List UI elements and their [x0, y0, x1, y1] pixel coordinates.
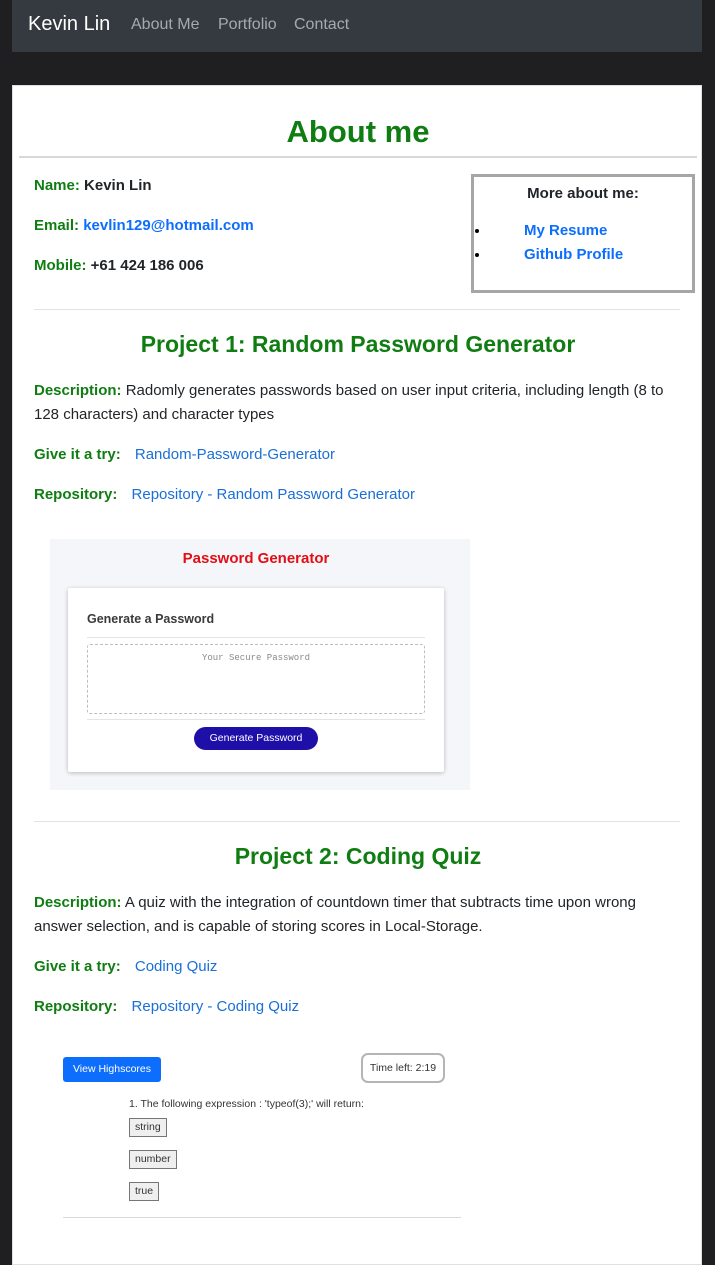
description-label: Description: [34, 894, 122, 911]
section-divider [34, 821, 680, 822]
nav-link-portfolio[interactable]: Portfolio [218, 16, 277, 34]
project-1-try: Give it a try: Random-Password-Generator [34, 443, 335, 467]
project-1-title: Project 1: Random Password Generator [140, 331, 576, 357]
try-label: Give it a try: [34, 446, 121, 463]
quiz-answer-button: true [129, 1182, 160, 1201]
project-1-screenshot: Password Generator Generate a Password Y… [50, 539, 470, 790]
pg-title: Password Generator [182, 550, 330, 567]
pg-card-title: Generate a Password [87, 612, 215, 626]
project-1-demo-link[interactable]: Random-Password-Generator [135, 446, 335, 463]
name-value: Kevin Lin [84, 177, 152, 194]
navbar: Kevin Lin About Me Portfolio Contact [12, 0, 702, 52]
mobile-value: +61 424 186 006 [90, 257, 204, 274]
quiz-question: 1. The following expression : 'typeof(3)… [129, 1098, 364, 1110]
about-title: About me [286, 114, 430, 149]
github-profile-link[interactable]: Github Profile [524, 246, 623, 263]
nav-link-contact[interactable]: Contact [294, 16, 349, 34]
nav-link-about-me[interactable]: About Me [131, 16, 199, 34]
project-2-repo: Repository: Repository - Coding Quiz [34, 995, 299, 1019]
brand-link[interactable]: Kevin Lin [28, 13, 110, 36]
pg-divider [87, 637, 425, 638]
project-2-screenshot: View Highscores Time left: 2:19 1. The f… [50, 1046, 470, 1226]
quiz-answer-button: string [129, 1118, 167, 1137]
quiz-answer-button: number [129, 1150, 177, 1169]
resume-link[interactable]: My Resume [524, 222, 607, 239]
more-about-me-list: My Resume Github Profile [474, 219, 623, 267]
list-item: My Resume [490, 219, 623, 243]
main-content: About me Name: Kevin Lin Email: kevlin12… [12, 85, 702, 1265]
project-1-description: Description: Radomly generates passwords… [34, 379, 674, 427]
try-label: Give it a try: [34, 958, 121, 975]
quiz-timer: Time left: 2:19 [361, 1053, 445, 1083]
mobile-label: Mobile: [34, 257, 87, 274]
description-text: A quiz with the integration of countdown… [34, 894, 636, 935]
pg-placeholder: Your Secure Password [201, 653, 311, 663]
project-2-try: Give it a try: Coding Quiz [34, 955, 217, 979]
name-line: Name: Kevin Lin [34, 174, 152, 198]
project-2-repo-link[interactable]: Repository - Coding Quiz [132, 998, 300, 1015]
more-about-me-box: More about me: My Resume Github Profile [471, 174, 695, 293]
list-item: Github Profile [490, 243, 623, 267]
quiz-divider [63, 1217, 461, 1218]
mobile-line: Mobile: +61 424 186 006 [34, 254, 204, 278]
pg-card: Generate a Password Your Secure Password… [68, 588, 444, 772]
section-divider [34, 309, 680, 310]
project-1-repo-link[interactable]: Repository - Random Password Generator [132, 486, 415, 503]
description-text: Radomly generates passwords based on use… [34, 382, 664, 423]
email-link[interactable]: kevlin129@hotmail.com [83, 217, 254, 234]
project-1-repo: Repository: Repository - Random Password… [34, 483, 415, 507]
repo-label: Repository: [34, 998, 118, 1015]
email-line: Email: kevlin129@hotmail.com [34, 214, 254, 238]
description-label: Description: [34, 382, 122, 399]
pg-password-area: Your Secure Password [87, 644, 425, 714]
project-2-title: Project 2: Coding Quiz [234, 843, 482, 869]
more-about-me-title: More about me: [527, 185, 639, 202]
pg-generate-button: Generate Password [194, 727, 318, 750]
repo-label: Repository: [34, 486, 118, 503]
project-2-description: Description: A quiz with the integration… [34, 891, 674, 939]
pg-divider [87, 719, 425, 720]
email-label: Email: [34, 217, 80, 234]
quiz-highscores-button: View Highscores [63, 1057, 161, 1082]
title-divider [19, 156, 697, 158]
name-label: Name: [34, 177, 80, 194]
project-2-demo-link[interactable]: Coding Quiz [135, 958, 218, 975]
